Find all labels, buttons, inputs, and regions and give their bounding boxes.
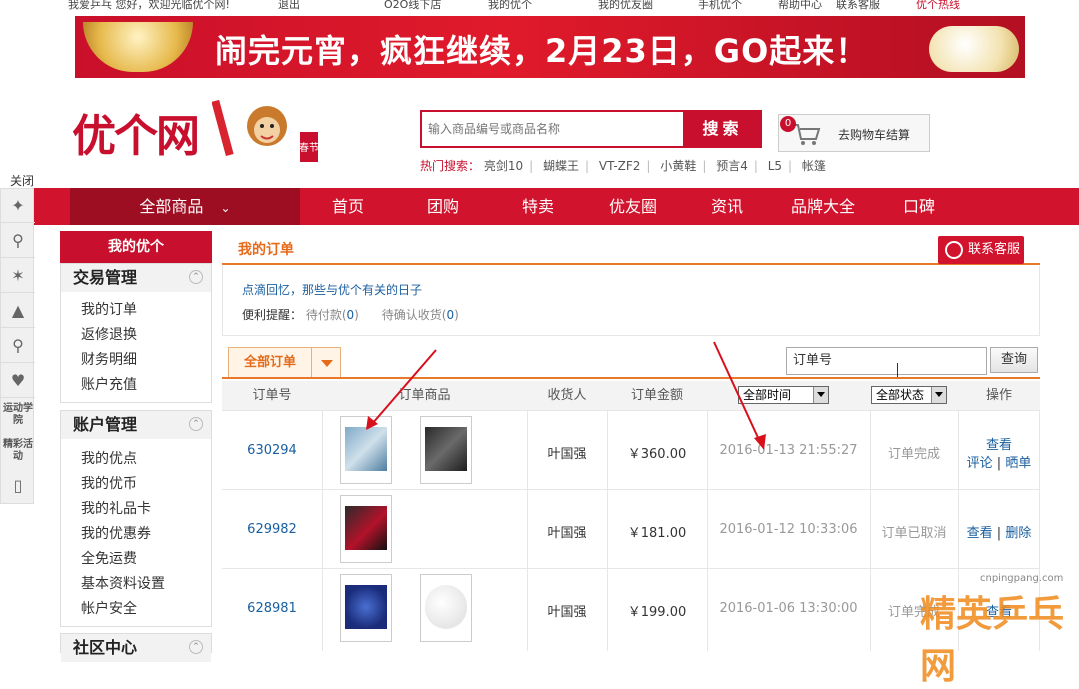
watermark-logo: 精英乒乓网 bbox=[920, 593, 1065, 687]
watermark-url: cnpingpang.com bbox=[980, 573, 1064, 584]
annotation-arrows bbox=[366, 341, 766, 450]
